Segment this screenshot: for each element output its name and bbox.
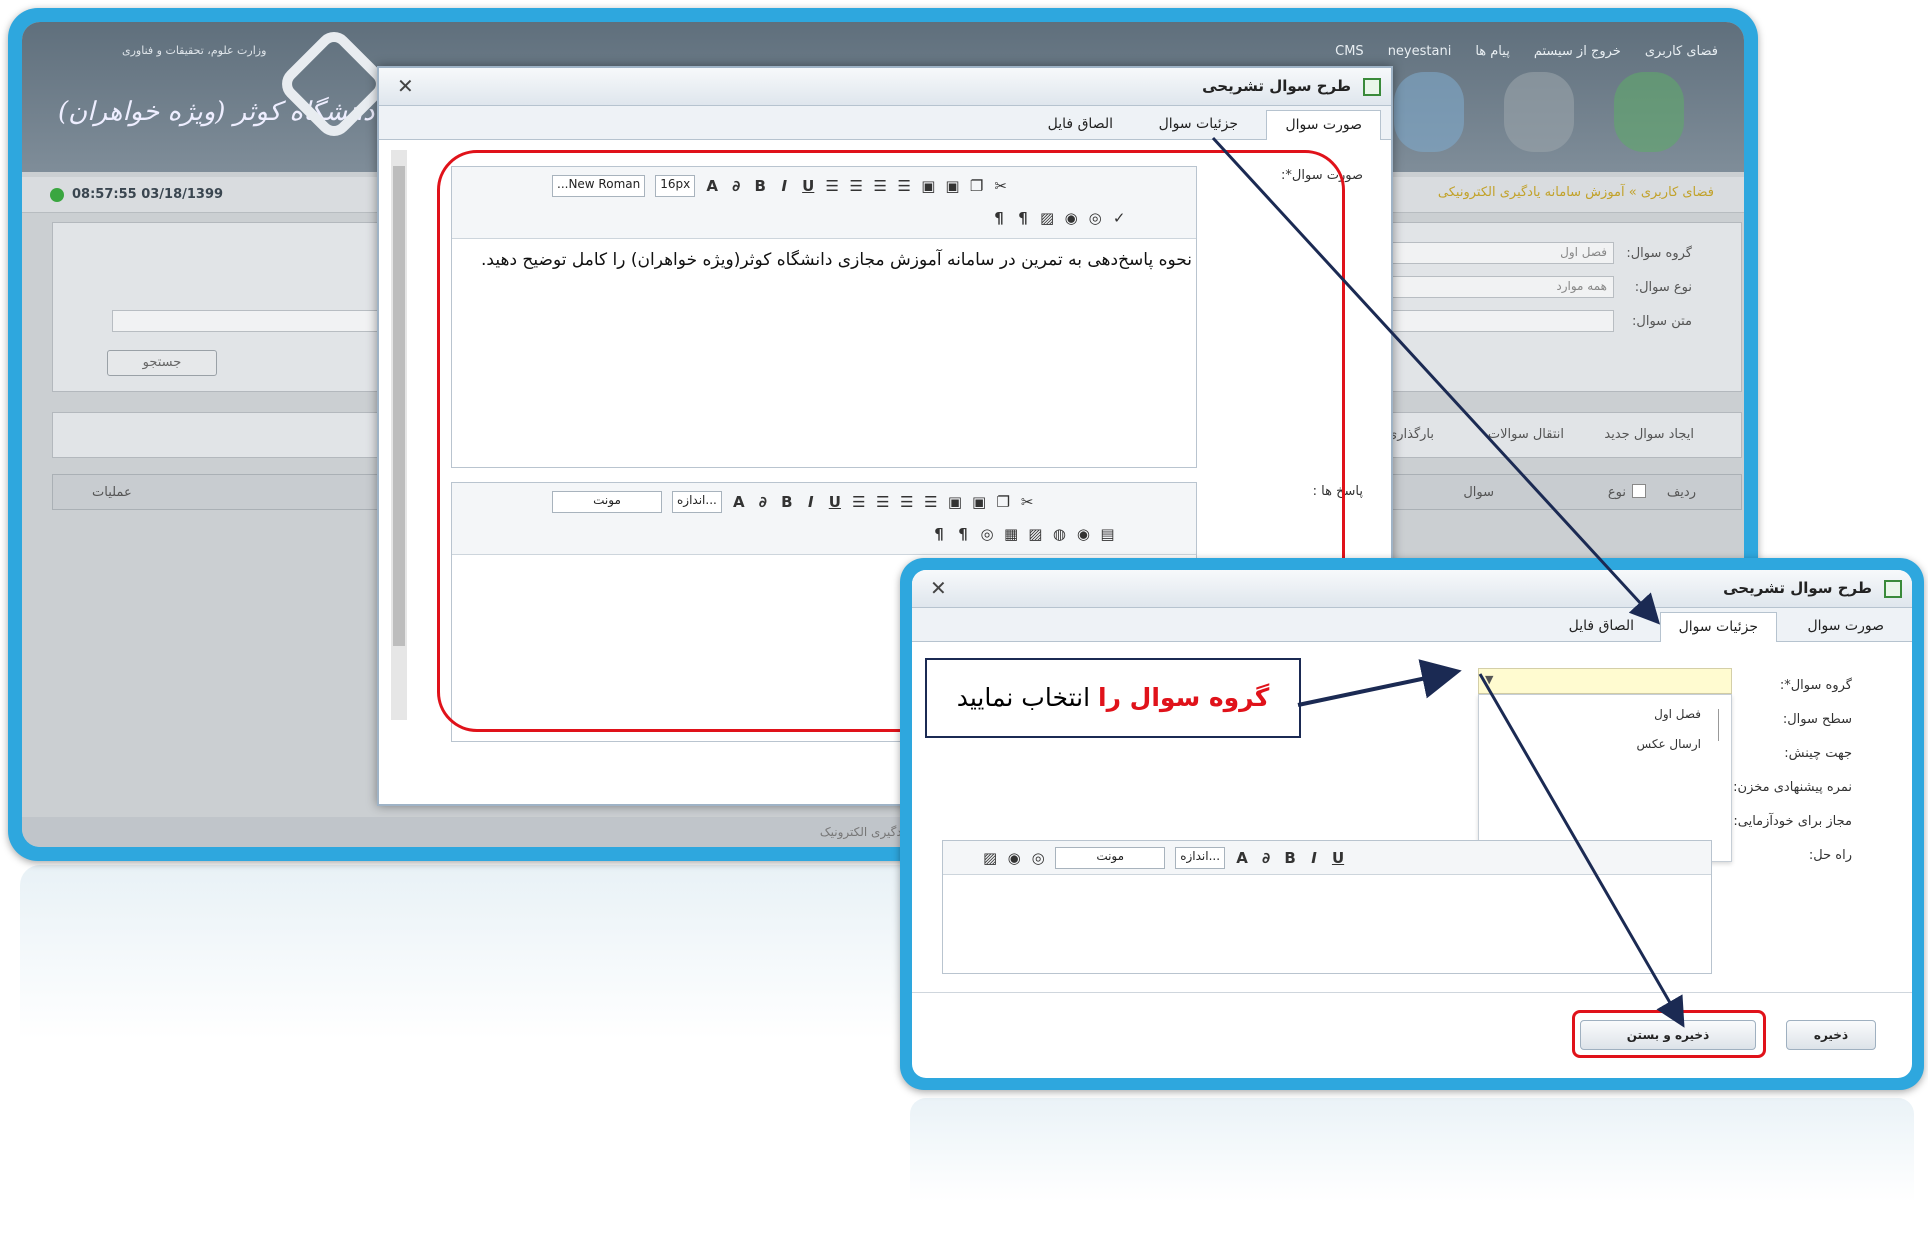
- annotation-arrows: [1211, 136, 1685, 1028]
- arrow-to-group-select: [1297, 659, 1462, 707]
- arrow-to-save-close: [1478, 673, 1685, 1028]
- arrow-to-details-tab: [1211, 136, 1661, 625]
